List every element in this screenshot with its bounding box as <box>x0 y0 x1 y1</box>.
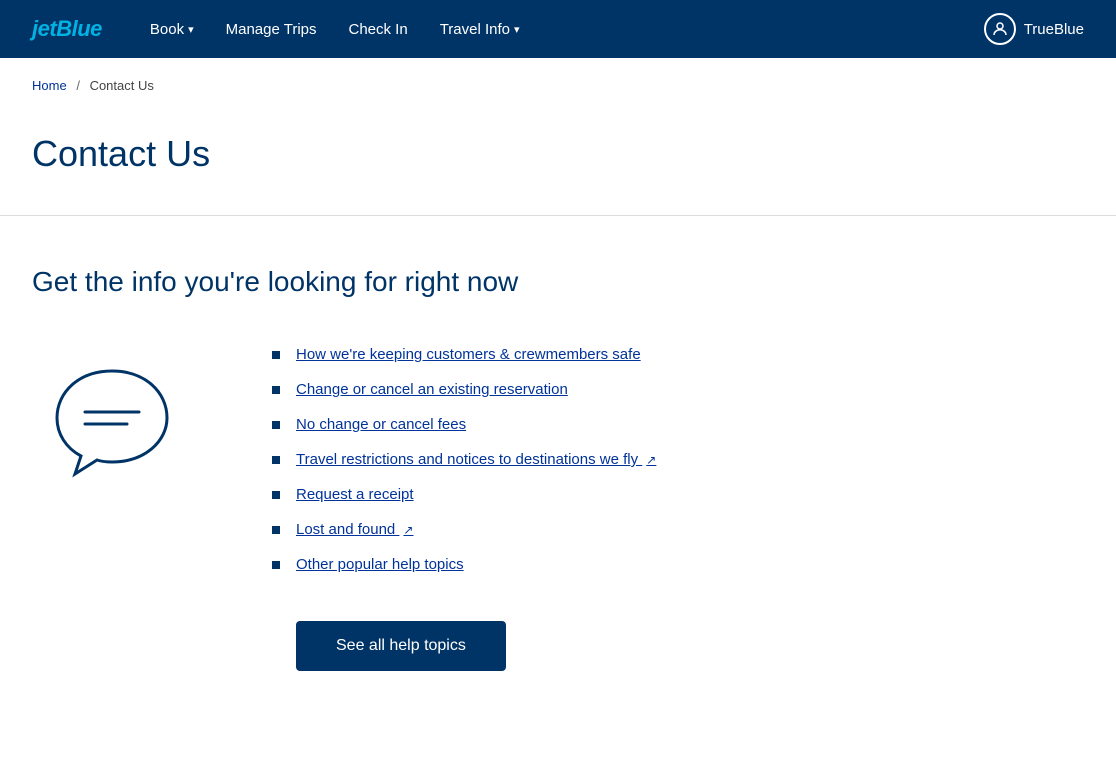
page-title-section: Contact Us <box>0 113 1116 215</box>
breadcrumb-separator: / <box>76 78 80 93</box>
help-links-list: How we're keeping customers & crewmember… <box>272 346 1084 573</box>
nav-manage-trips-label: Manage Trips <box>226 21 317 38</box>
list-item: Other popular help topics <box>272 556 1084 573</box>
bullet-icon <box>272 491 280 499</box>
bullet-icon <box>272 561 280 569</box>
bullet-icon <box>272 526 280 534</box>
bullet-icon <box>272 351 280 359</box>
list-item: Lost and found ↗ <box>272 521 1084 538</box>
nav-travel-info[interactable]: Travel Info ▾ <box>440 21 520 38</box>
help-link-no-fees[interactable]: No change or cancel fees <box>296 416 466 433</box>
chevron-down-icon: ▾ <box>188 23 194 36</box>
user-avatar-icon <box>984 13 1016 45</box>
nav-check-in-label: Check In <box>349 21 408 38</box>
list-item: Change or cancel an existing reservation <box>272 381 1084 398</box>
chevron-down-icon-travel: ▾ <box>514 23 520 36</box>
list-item: Request a receipt <box>272 486 1084 503</box>
help-link-lost-found[interactable]: Lost and found ↗ <box>296 521 413 538</box>
nav-book-label: Book <box>150 21 184 38</box>
list-item: How we're keeping customers & crewmember… <box>272 346 1084 363</box>
person-icon <box>991 20 1009 38</box>
trueblue-label: TrueBlue <box>1024 21 1084 38</box>
see-all-help-topics-button[interactable]: See all help topics <box>296 621 506 671</box>
cta-button-wrapper: See all help topics <box>272 621 1084 671</box>
bullet-icon <box>272 421 280 429</box>
list-item: Travel restrictions and notices to desti… <box>272 451 1084 468</box>
nav-manage-trips[interactable]: Manage Trips <box>226 21 317 38</box>
list-item: No change or cancel fees <box>272 416 1084 433</box>
breadcrumb: Home / Contact Us <box>0 58 1116 113</box>
help-link-other-topics[interactable]: Other popular help topics <box>296 556 464 573</box>
content-area: How we're keeping customers & crewmember… <box>32 346 1084 671</box>
help-links-container: How we're keeping customers & crewmember… <box>272 346 1084 671</box>
external-link-icon: ↗ <box>646 453 656 467</box>
trueblue-nav-item[interactable]: TrueBlue <box>984 13 1084 45</box>
nav-travel-info-label: Travel Info <box>440 21 510 38</box>
breadcrumb-current: Contact Us <box>90 78 154 93</box>
bullet-icon <box>272 386 280 394</box>
main-content: Get the info you're looking for right no… <box>0 216 1116 721</box>
nav-check-in[interactable]: Check In <box>349 21 408 38</box>
breadcrumb-home[interactable]: Home <box>32 78 67 93</box>
brand-logo[interactable]: jetBlue <box>32 16 102 42</box>
help-link-safety[interactable]: How we're keeping customers & crewmember… <box>296 346 641 363</box>
help-link-receipt[interactable]: Request a receipt <box>296 486 414 503</box>
section-heading: Get the info you're looking for right no… <box>32 266 1084 298</box>
external-link-icon: ↗ <box>403 523 413 537</box>
main-nav: jetBlue Book ▾ Manage Trips Check In Tra… <box>0 0 1116 58</box>
help-link-travel-restrictions[interactable]: Travel restrictions and notices to desti… <box>296 451 656 468</box>
page-title: Contact Us <box>32 133 1084 175</box>
nav-book[interactable]: Book ▾ <box>150 21 194 38</box>
bullet-icon <box>272 456 280 464</box>
help-link-change-cancel[interactable]: Change or cancel an existing reservation <box>296 381 568 398</box>
logo-text: jetBlue <box>32 16 102 41</box>
chat-icon-container <box>32 346 192 486</box>
chat-bubble-icon <box>47 356 177 486</box>
